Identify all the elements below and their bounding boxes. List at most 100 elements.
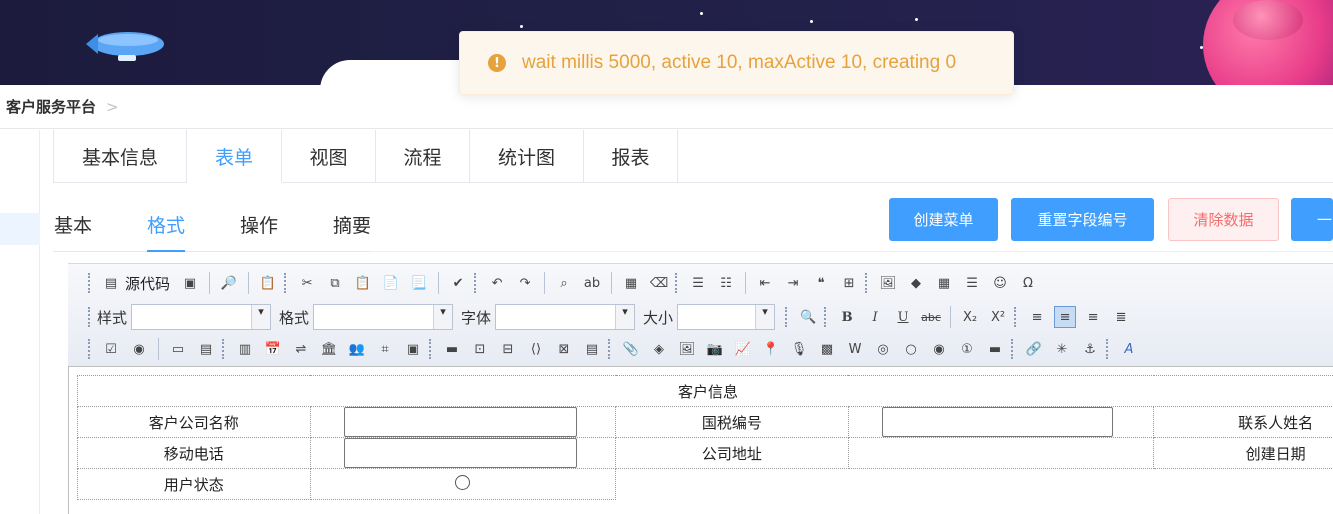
sidebar-active-item[interactable] <box>0 213 40 245</box>
editor-content-area[interactable]: 客户信息 客户公司名称 国税编号 联系人姓名 移动电话 公司地址 创建日期 用户… <box>68 366 1333 514</box>
flash-icon[interactable]: ◆ <box>905 272 927 294</box>
select-all-icon[interactable]: ▦ <box>620 272 642 294</box>
calendar-icon[interactable]: 📅 <box>262 338 284 360</box>
indent-icon[interactable]: ⇥ <box>782 272 804 294</box>
eraser-icon[interactable]: ⌫ <box>648 272 670 294</box>
anchor-icon[interactable]: ⚓ <box>1079 338 1101 360</box>
subtab-basic[interactable]: 基本 <box>53 196 93 252</box>
tab-basic-info[interactable]: 基本信息 <box>53 130 187 183</box>
find-icon[interactable]: ⌕ <box>553 272 575 294</box>
camera-icon[interactable]: 📷 <box>704 338 726 360</box>
textfield-icon[interactable]: ▭ <box>167 338 189 360</box>
cut-icon[interactable]: ✂ <box>296 272 318 294</box>
clear-data-button[interactable]: 清除数据 <box>1168 198 1279 241</box>
tab-chart[interactable]: 统计图 <box>470 130 584 183</box>
numbered-list-icon[interactable]: ☰ <box>687 272 709 294</box>
more-button[interactable]: 一 <box>1291 198 1333 241</box>
label-control-icon[interactable]: ⊟ <box>497 338 519 360</box>
paste-word-icon[interactable]: 📃 <box>408 272 430 294</box>
image-icon[interactable]: 🖼 <box>877 272 899 294</box>
create-menu-button[interactable]: 创建菜单 <box>889 198 998 241</box>
format-select[interactable] <box>313 304 454 330</box>
grip-handle[interactable] <box>824 307 827 327</box>
attachment-icon[interactable]: 📎 <box>620 338 642 360</box>
blockquote-icon[interactable]: ❝ <box>810 272 832 294</box>
company-name-input[interactable] <box>343 407 578 437</box>
subtab-format[interactable]: 格式 <box>93 196 239 252</box>
dash-icon[interactable]: ▬ <box>984 338 1006 360</box>
text-color-icon[interactable]: A <box>1118 338 1140 360</box>
grip-handle[interactable] <box>429 339 432 359</box>
grip-handle[interactable] <box>865 273 868 293</box>
strikethrough-icon[interactable]: abc <box>920 306 942 328</box>
replace-icon[interactable]: ab <box>581 272 603 294</box>
size-select[interactable] <box>677 304 776 330</box>
tab-workflow[interactable]: 流程 <box>376 130 470 183</box>
grip-handle[interactable] <box>284 273 287 293</box>
grip-handle[interactable] <box>1014 307 1017 327</box>
bulleted-list-icon[interactable]: ☷ <box>715 272 737 294</box>
ring-icon[interactable]: ○ <box>900 338 922 360</box>
word-icon[interactable]: W <box>844 338 866 360</box>
grip-handle[interactable] <box>222 339 225 359</box>
grip-handle[interactable] <box>88 307 91 327</box>
users-icon[interactable]: 👥 <box>346 338 368 360</box>
textarea-icon[interactable]: ▤ <box>195 338 217 360</box>
save-icon[interactable]: ▣ <box>179 272 201 294</box>
source-code-icon[interactable]: ▤ <box>100 272 122 294</box>
outdent-icon[interactable]: ⇤ <box>754 272 776 294</box>
align-left-icon[interactable]: ≡ <box>1026 306 1048 328</box>
checkbox-icon[interactable]: ☑ <box>100 338 122 360</box>
grip-handle[interactable] <box>1011 339 1014 359</box>
source-code-button[interactable]: 源代码 <box>125 273 170 294</box>
org-icon[interactable]: ⌗ <box>374 338 396 360</box>
subtab-operation[interactable]: 操作 <box>239 196 279 252</box>
target-icon[interactable]: ◉ <box>928 338 950 360</box>
superscript-icon[interactable]: X² <box>987 306 1009 328</box>
code-icon[interactable]: ⟨⟩ <box>525 338 547 360</box>
div-icon[interactable]: ⊞ <box>838 272 860 294</box>
preview-icon[interactable]: 🔎 <box>218 272 240 294</box>
subscript-icon[interactable]: X₂ <box>959 306 981 328</box>
undo-icon[interactable]: ↶ <box>486 272 508 294</box>
map-control-icon[interactable]: ⊠ <box>553 338 575 360</box>
smiley-icon[interactable]: ☺ <box>989 272 1011 294</box>
style-select[interactable] <box>131 304 272 330</box>
number-icon[interactable]: ① <box>956 338 978 360</box>
horizontal-rule-icon[interactable]: ☰ <box>961 272 983 294</box>
flow-icon[interactable]: ⇌ <box>290 338 312 360</box>
paste-text-icon[interactable]: 📄 <box>380 272 402 294</box>
italic-icon[interactable]: I <box>864 306 886 328</box>
picture-icon[interactable]: 🖼 <box>676 338 698 360</box>
table-icon[interactable]: ▦ <box>933 272 955 294</box>
paste-icon[interactable]: 📋 <box>352 272 374 294</box>
template-icon[interactable]: 📋 <box>257 272 279 294</box>
grip-handle[interactable] <box>1106 339 1109 359</box>
line-icon[interactable]: ▬ <box>441 338 463 360</box>
subtab-summary[interactable]: 摘要 <box>279 196 425 252</box>
unlink-icon[interactable]: ✳ <box>1051 338 1073 360</box>
mobile-input[interactable] <box>343 438 578 468</box>
underline-icon[interactable]: U <box>892 306 914 328</box>
tab-form[interactable]: 表单 <box>187 130 282 183</box>
align-center-icon[interactable]: ≡ <box>1054 306 1077 328</box>
list-control-icon[interactable]: ▥ <box>234 338 256 360</box>
grip-handle[interactable] <box>88 273 91 293</box>
bold-icon[interactable]: B <box>836 306 858 328</box>
grid-control-icon[interactable]: ▤ <box>581 338 603 360</box>
maximize-icon[interactable]: 🔍 <box>797 306 819 328</box>
align-justify-icon[interactable]: ≣ <box>1110 306 1132 328</box>
form-icon[interactable]: ▣ <box>402 338 424 360</box>
breadcrumb-item[interactable]: 客户服务平台 <box>6 96 96 117</box>
qrcode-icon[interactable]: ▩ <box>816 338 838 360</box>
grip-handle[interactable] <box>675 273 678 293</box>
tab-report[interactable]: 报表 <box>584 130 678 183</box>
grip-handle[interactable] <box>474 273 477 293</box>
special-char-icon[interactable]: Ω <box>1017 272 1039 294</box>
grip-handle[interactable] <box>785 307 788 327</box>
redo-icon[interactable]: ↷ <box>514 272 536 294</box>
web-icon[interactable]: ◎ <box>872 338 894 360</box>
tab-view[interactable]: 视图 <box>282 130 376 183</box>
align-right-icon[interactable]: ≡ <box>1082 306 1104 328</box>
radio-icon[interactable]: ◉ <box>128 338 150 360</box>
